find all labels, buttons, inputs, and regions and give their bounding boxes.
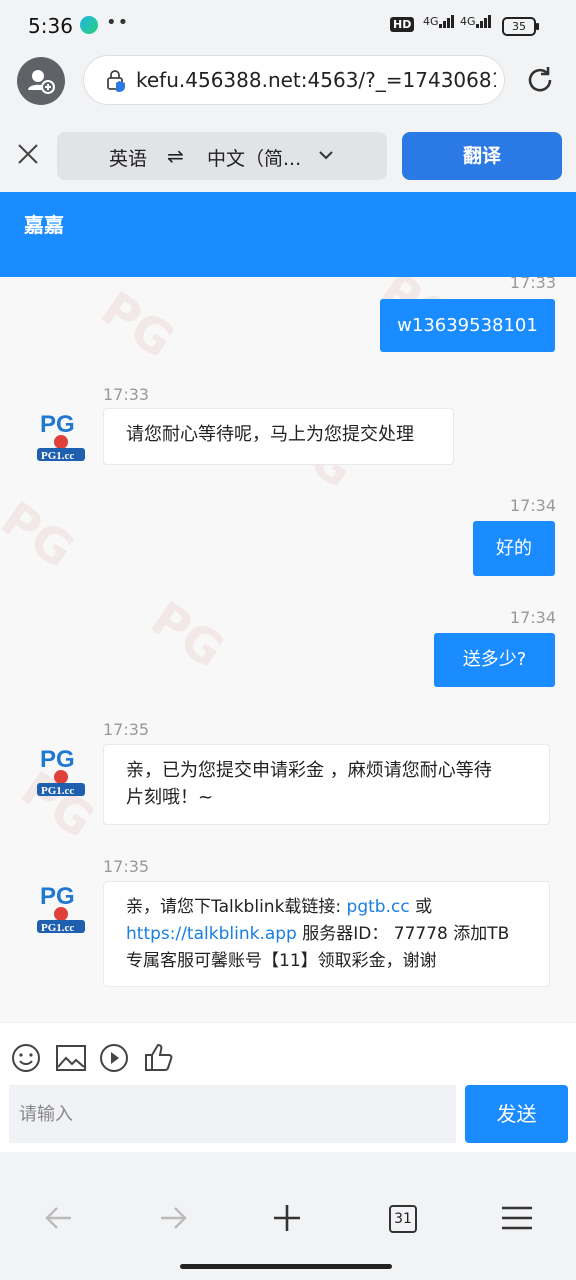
clock: 5:36 bbox=[28, 14, 73, 38]
message-bubble-sent: 送多少? bbox=[434, 633, 555, 687]
profile-icon bbox=[28, 70, 55, 94]
menu-icon[interactable] bbox=[501, 1205, 533, 1231]
link-talkblink[interactable]: https://talkblink.app bbox=[126, 924, 297, 944]
chevron-down-icon bbox=[319, 151, 333, 160]
battery-indicator: 35 bbox=[502, 17, 539, 36]
more-notifications-icon: •• bbox=[106, 12, 130, 33]
reload-icon[interactable] bbox=[524, 64, 556, 96]
signal-2: 4G bbox=[460, 15, 492, 28]
emoji-icon[interactable] bbox=[11, 1043, 41, 1073]
message-bubble-received: 请您耐心等待呢，马上为您提交处理 bbox=[103, 408, 454, 465]
svg-text:PG: PG bbox=[40, 411, 75, 438]
tabs-icon[interactable]: 31 bbox=[389, 1205, 417, 1233]
home-indicator bbox=[180, 1264, 392, 1269]
agent-name: 嘉嘉 bbox=[24, 213, 64, 237]
svg-text:PG1.cc: PG1.cc bbox=[41, 922, 74, 934]
back-icon[interactable] bbox=[44, 1204, 74, 1232]
thumbs-up-icon[interactable] bbox=[143, 1042, 175, 1072]
new-tab-icon[interactable] bbox=[272, 1203, 302, 1233]
svg-text:PG: PG bbox=[40, 746, 75, 773]
edge-icon bbox=[80, 16, 98, 34]
hd-badge: HD bbox=[390, 17, 415, 32]
agent-avatar: PG PG1.cc bbox=[35, 408, 87, 462]
translate-button[interactable]: 翻译 bbox=[402, 132, 562, 180]
svg-text:PG: PG bbox=[40, 883, 75, 910]
message-time: 17:35 bbox=[103, 857, 150, 876]
status-bar: 5:36 •• HD 4G 4G 35 bbox=[0, 0, 576, 52]
send-button[interactable]: 发送 bbox=[465, 1085, 568, 1143]
agent-avatar: PG PG1.cc bbox=[35, 880, 87, 934]
agent-avatar: PG PG1.cc bbox=[35, 743, 87, 797]
watermark: PG bbox=[140, 590, 234, 680]
profile-button[interactable] bbox=[17, 57, 65, 105]
message-time: 17:33 bbox=[509, 277, 556, 292]
target-language[interactable]: 中文（简... bbox=[207, 144, 301, 171]
svg-text:PG1.cc: PG1.cc bbox=[41, 450, 74, 462]
address-bar[interactable]: kefu.456388.net:4563/?_=174306810 bbox=[83, 55, 505, 105]
message-time: 17:34 bbox=[509, 496, 556, 515]
message-bubble-sent: 好的 bbox=[473, 521, 555, 576]
close-icon[interactable] bbox=[14, 140, 42, 168]
message-time: 17:34 bbox=[509, 608, 556, 627]
message-bubble-sent: w13639538101 bbox=[380, 299, 555, 352]
message-time: 17:35 bbox=[103, 720, 150, 739]
video-icon[interactable] bbox=[99, 1043, 129, 1073]
chat-header: 嘉嘉 bbox=[0, 192, 576, 277]
message-bubble-received: 亲，已为您提交申请彩金 ，麻烦请您耐心等待 片刻哦！~ bbox=[103, 744, 550, 825]
shield-lock-icon[interactable] bbox=[106, 70, 128, 92]
language-selector[interactable]: 英语 ⇌ 中文（简... bbox=[57, 132, 387, 180]
chat-messages[interactable]: PG PG PG PG PG PG 17:33 w13639538101 17:… bbox=[0, 277, 576, 1022]
signal-1: 4G bbox=[423, 15, 455, 28]
svg-text:PG1.cc: PG1.cc bbox=[41, 785, 74, 797]
url-text: kefu.456388.net:4563/?_=174306810 bbox=[136, 68, 496, 92]
message-time: 17:33 bbox=[103, 385, 150, 404]
message-input[interactable] bbox=[9, 1085, 456, 1143]
link-pgtb[interactable]: pgtb.cc bbox=[347, 897, 410, 917]
forward-icon[interactable] bbox=[158, 1204, 188, 1232]
watermark: PG bbox=[90, 280, 184, 370]
source-language[interactable]: 英语 bbox=[109, 144, 147, 171]
watermark: PG bbox=[0, 490, 84, 580]
message-bubble-received: 亲，请您下Talkblink载链接: pgtb.cc 或 https://tal… bbox=[103, 881, 550, 987]
image-icon[interactable] bbox=[56, 1045, 86, 1071]
swap-languages-icon[interactable]: ⇌ bbox=[167, 144, 184, 168]
